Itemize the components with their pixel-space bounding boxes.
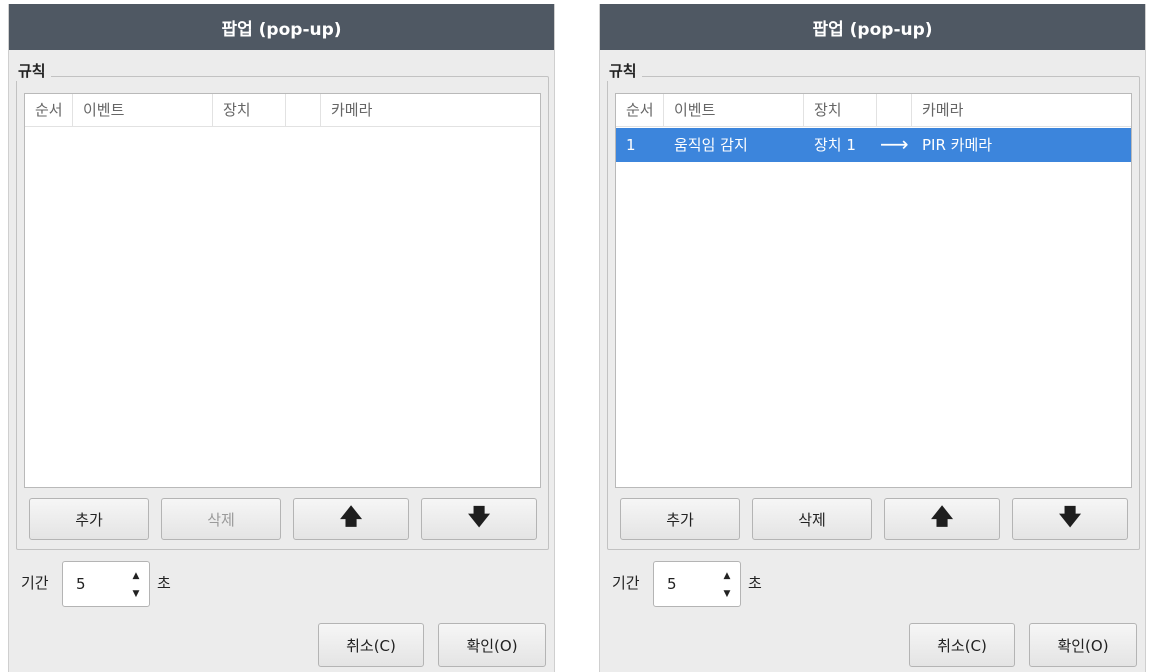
move-up-button[interactable]: 🡅 [884, 498, 1000, 540]
column-header-order[interactable]: 순서 [25, 94, 73, 127]
spin-down-icon[interactable]: ▼ [129, 586, 143, 602]
dialog-title: 팝업 (pop-up) [9, 4, 554, 50]
ok-button[interactable]: 확인(O) [438, 623, 546, 667]
rules-group-title: 규칙 [604, 60, 642, 81]
cancel-button[interactable]: 취소(C) [909, 623, 1015, 667]
rules-group-title: 규칙 [13, 60, 51, 81]
duration-label: 기간 [612, 574, 640, 592]
rules-table-header: 순서 이벤트 장치 카메라 [25, 94, 540, 127]
spin-down-icon[interactable]: ▼ [720, 586, 734, 602]
duration-value[interactable]: 5 [667, 575, 677, 593]
ok-button[interactable]: 확인(O) [1029, 623, 1137, 667]
spin-up-icon[interactable]: ▲ [720, 568, 734, 584]
column-header-arrow[interactable] [877, 94, 912, 127]
arrow-down-icon: 🡇 [1058, 505, 1082, 530]
arrow-down-icon: 🡇 [467, 505, 491, 530]
duration-value[interactable]: 5 [76, 575, 86, 593]
row-order: 1 [626, 136, 636, 154]
duration-spinbox[interactable]: 5 ▲ ▼ [653, 561, 741, 607]
arrow-up-icon: 🡅 [930, 505, 954, 530]
delete-button[interactable]: 삭제 [752, 498, 872, 540]
column-header-device[interactable]: 장치 [804, 94, 877, 127]
popup-dialog-with-rule: 팝업 (pop-up) 규칙 순서 이벤트 장치 카메라 1 움직임 감지 장치… [599, 4, 1146, 672]
dialog-title: 팝업 (pop-up) [600, 4, 1145, 50]
column-header-order[interactable]: 순서 [616, 94, 664, 127]
column-header-event[interactable]: 이벤트 [73, 94, 213, 127]
rules-table[interactable]: 순서 이벤트 장치 카메라 1 움직임 감지 장치 1 ⟶ PIR 카메라 [615, 93, 1132, 488]
column-header-arrow[interactable] [286, 94, 321, 127]
duration-unit: 초 [748, 574, 762, 592]
delete-button: 삭제 [161, 498, 281, 540]
column-header-device[interactable]: 장치 [213, 94, 286, 127]
cancel-button[interactable]: 취소(C) [318, 623, 424, 667]
rules-table-header: 순서 이벤트 장치 카메라 [616, 94, 1131, 127]
move-down-button[interactable]: 🡇 [421, 498, 537, 540]
row-camera: PIR 카메라 [922, 136, 993, 154]
spin-up-icon[interactable]: ▲ [129, 568, 143, 584]
popup-dialog-empty: 팝업 (pop-up) 규칙 순서 이벤트 장치 카메라 추가 삭제 🡅 🡇 기… [8, 4, 555, 672]
add-button[interactable]: 추가 [620, 498, 740, 540]
move-up-button[interactable]: 🡅 [293, 498, 409, 540]
move-down-button[interactable]: 🡇 [1012, 498, 1128, 540]
duration-label: 기간 [21, 574, 49, 592]
duration-spinbox[interactable]: 5 ▲ ▼ [62, 561, 150, 607]
add-button[interactable]: 추가 [29, 498, 149, 540]
row-device: 장치 1 [814, 136, 856, 154]
rules-table[interactable]: 순서 이벤트 장치 카메라 [24, 93, 541, 488]
duration-unit: 초 [157, 574, 171, 592]
row-event: 움직임 감지 [674, 136, 748, 154]
column-header-event[interactable]: 이벤트 [664, 94, 804, 127]
table-row[interactable]: 1 움직임 감지 장치 1 ⟶ PIR 카메라 [616, 128, 1131, 162]
arrow-right-icon: ⟶ [880, 132, 909, 156]
column-header-camera[interactable]: 카메라 [321, 94, 540, 127]
arrow-up-icon: 🡅 [339, 505, 363, 530]
column-header-camera[interactable]: 카메라 [912, 94, 1131, 127]
